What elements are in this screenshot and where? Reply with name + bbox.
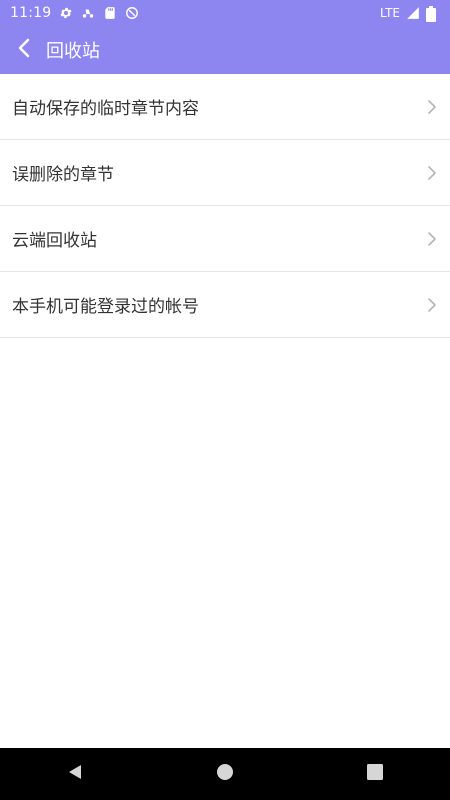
chevron-right-icon [426, 231, 438, 247]
scooter-icon [81, 6, 95, 20]
do-not-disturb-icon [125, 6, 139, 20]
recents-square-icon [367, 764, 383, 784]
back-button[interactable] [4, 26, 44, 74]
nav-home-button[interactable] [195, 748, 255, 800]
status-right: LTE [380, 6, 440, 22]
list-item-label: 本手机可能登录过的帐号 [12, 297, 199, 317]
page-title: 回收站 [46, 41, 100, 62]
app-bar: 回收站 [0, 26, 450, 74]
list-item-label: 误删除的章节 [12, 165, 114, 185]
nav-recents-button[interactable] [345, 748, 405, 800]
status-left: 11:19 [10, 5, 139, 21]
system-nav-bar [0, 748, 450, 800]
list-item-deleted-chapters[interactable]: 误删除的章节 [0, 140, 450, 206]
list-item-label: 自动保存的临时章节内容 [12, 99, 199, 119]
chevron-left-icon [16, 38, 32, 62]
status-time: 11:19 [10, 5, 52, 21]
recycle-bin-list: 自动保存的临时章节内容 误删除的章节 云端回收站 本手机可能登录过的帐号 [0, 74, 450, 338]
list-item-logged-accounts[interactable]: 本手机可能登录过的帐号 [0, 272, 450, 338]
network-label: LTE [380, 6, 400, 20]
list-item-cloud-recycle-bin[interactable]: 云端回收站 [0, 206, 450, 272]
screen: 11:19 LTE 回收站 自动保存的临时章节内容 误删除的章节 云端回收站 本… [0, 0, 450, 800]
sd-card-icon [103, 6, 117, 20]
gear-icon [59, 6, 73, 20]
status-bar: 11:19 LTE [0, 0, 450, 26]
chevron-right-icon [426, 165, 438, 181]
chevron-right-icon [426, 99, 438, 115]
back-triangle-icon [66, 763, 84, 785]
chevron-right-icon [426, 297, 438, 313]
list-item-autosaved-chapters[interactable]: 自动保存的临时章节内容 [0, 74, 450, 140]
signal-icon [406, 6, 420, 20]
list-item-label: 云端回收站 [12, 231, 97, 251]
nav-back-button[interactable] [45, 748, 105, 800]
home-circle-icon [216, 763, 234, 785]
battery-icon [426, 6, 440, 22]
